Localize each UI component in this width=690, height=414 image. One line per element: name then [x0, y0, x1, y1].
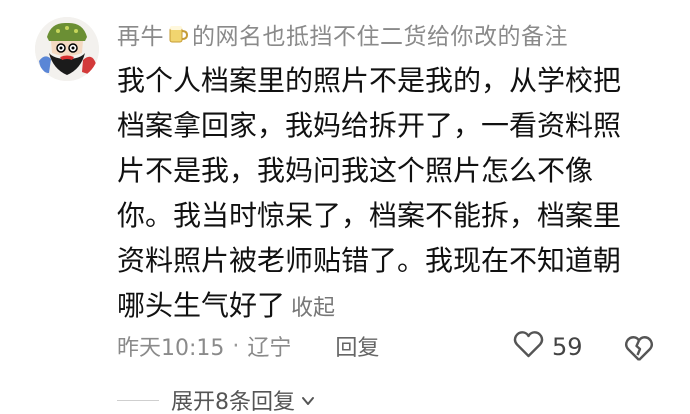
broken-heart-icon[interactable] — [624, 333, 654, 363]
timestamp: 昨天10:15 — [117, 336, 225, 361]
comment-last-line: 哪头生气好了 收起 — [117, 283, 677, 331]
username-suffix[interactable]: 的网名也抵挡不住二货给你改的备注 — [192, 17, 568, 51]
location: 辽宁 — [247, 336, 292, 361]
comment-line: 档案拿回家，我妈给拆开了，一看资料照 — [117, 109, 622, 142]
comment-line: 资料照片被老师贴错了。我现在不知道朝 — [117, 244, 622, 277]
beer-mug-icon — [167, 22, 189, 46]
comment-meta: 昨天10:15 · 辽宁 回复 — [117, 327, 379, 365]
expand-replies-button[interactable]: 展开8条回复 — [117, 385, 315, 414]
comment-line: 你。我当时惊呆了，档案不能拆，档案里 — [117, 199, 622, 232]
collapse-button[interactable]: 收起 — [291, 296, 335, 321]
heart-outline-icon — [513, 330, 544, 364]
username-row[interactable]: 再牛 的网名也抵挡不住二货给你改的备注 — [117, 17, 568, 51]
comment-item: 再牛 的网名也抵挡不住二货给你改的备注 我个人档案里的照片不是我的，从学校把 档… — [0, 0, 690, 414]
comment-body: 我个人档案里的照片不是我的，从学校把 档案拿回家，我妈给拆开了，一看资料照 片不… — [117, 58, 677, 331]
comment-line: 哪头生气好了 — [117, 289, 286, 322]
avatar-image — [35, 17, 99, 81]
divider — [117, 399, 159, 401]
expand-replies-label: 展开8条回复 — [171, 390, 295, 414]
username-prefix[interactable]: 再牛 — [117, 17, 164, 51]
meta-separator: · — [232, 333, 240, 359]
comment-line: 片不是我，我妈问我这个照片怎么不像 — [117, 154, 594, 187]
reply-button[interactable]: 回复 — [335, 330, 379, 362]
like-button[interactable]: 59 — [513, 330, 583, 364]
comment-line: 我个人档案里的照片不是我的，从学校把 — [117, 64, 622, 97]
like-count: 59 — [552, 333, 583, 361]
chevron-down-icon — [301, 393, 315, 407]
avatar[interactable] — [35, 17, 99, 81]
